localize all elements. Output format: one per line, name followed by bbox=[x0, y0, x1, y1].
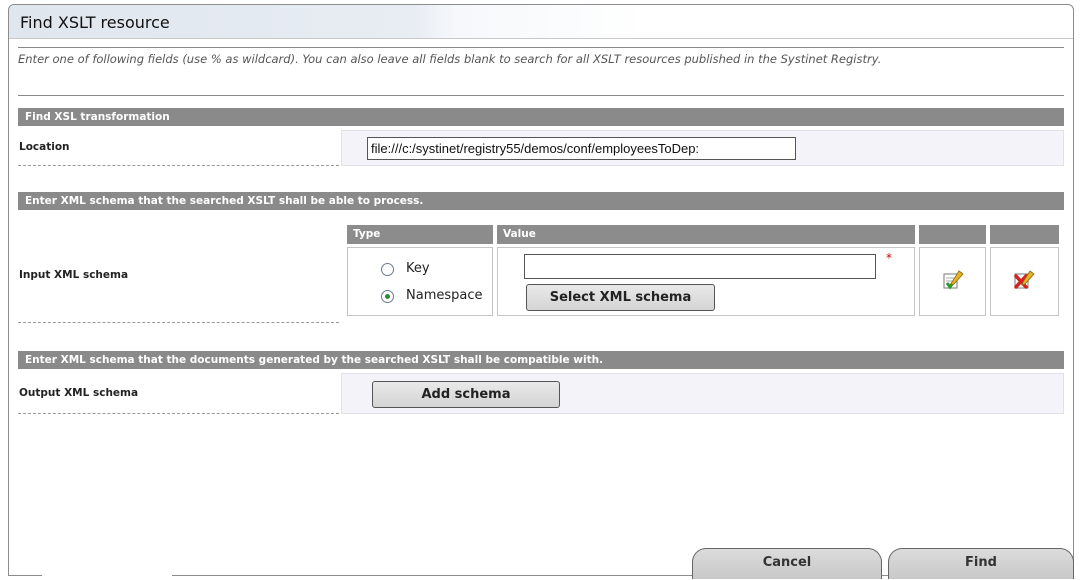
footer-gap bbox=[42, 574, 172, 580]
input-schema-label: Input XML schema bbox=[19, 269, 129, 281]
output-schema-label: Output XML schema bbox=[19, 387, 139, 399]
delete-icon[interactable] bbox=[1012, 269, 1036, 294]
type-cell bbox=[347, 247, 493, 316]
section-header-xsl: Find XSL transformation bbox=[18, 108, 1064, 126]
required-marker: * bbox=[886, 251, 892, 265]
dialog-title: Find XSLT resource bbox=[20, 13, 170, 32]
schema-value-input[interactable] bbox=[524, 254, 876, 279]
location-input[interactable]: file:///c:/systinet/registry55/demos/con… bbox=[367, 137, 796, 160]
row-separator bbox=[18, 322, 339, 323]
column-header-type: Type bbox=[347, 225, 493, 244]
radio-key[interactable] bbox=[381, 263, 394, 276]
cancel-button[interactable]: Cancel bbox=[692, 548, 882, 579]
row-separator bbox=[18, 413, 339, 414]
find-button[interactable]: Find bbox=[888, 548, 1074, 579]
intro-divider bbox=[18, 95, 1064, 96]
intro-text: Enter one of following fields (use % as … bbox=[18, 52, 882, 66]
top-divider bbox=[18, 47, 1064, 48]
radio-key-label: Key bbox=[406, 261, 430, 276]
column-header-value: Value bbox=[497, 225, 915, 244]
section-header-output-schema: Enter XML schema that the documents gene… bbox=[18, 351, 1064, 369]
column-header-delete bbox=[990, 225, 1059, 244]
column-header-edit bbox=[919, 225, 986, 244]
select-xml-schema-button[interactable]: Select XML schema bbox=[526, 284, 715, 311]
location-label: Location bbox=[19, 141, 70, 153]
radio-namespace-label: Namespace bbox=[406, 288, 483, 303]
section-header-input-schema: Enter XML schema that the searched XSLT … bbox=[18, 192, 1064, 210]
edit-icon[interactable] bbox=[941, 269, 965, 294]
radio-namespace[interactable] bbox=[381, 290, 394, 303]
dialog-title-bar: Find XSLT resource bbox=[9, 5, 1073, 39]
add-schema-button[interactable]: Add schema bbox=[372, 381, 560, 408]
row-separator bbox=[18, 165, 339, 166]
